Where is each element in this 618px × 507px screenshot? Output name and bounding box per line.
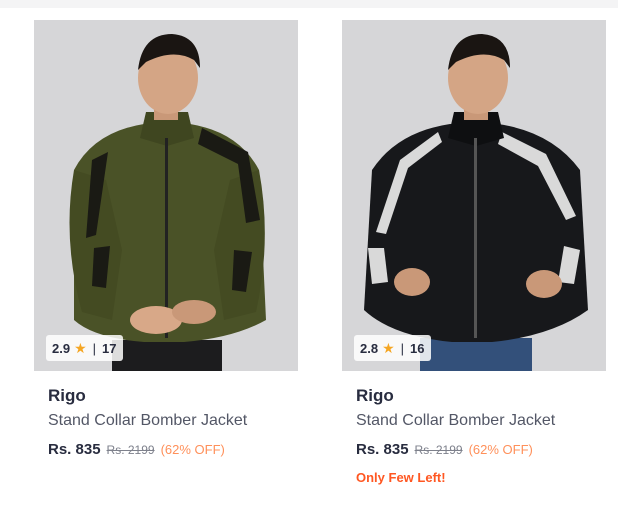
product-brand: Rigo	[48, 386, 86, 405]
product-price-row: Rs. 835 Rs. 2199 (62% OFF)	[48, 441, 298, 459]
product-name: Stand Collar Bomber Jacket	[48, 412, 248, 429]
rating-value: 2.9	[52, 340, 71, 356]
rating-count: 16	[410, 340, 425, 356]
product-info: Rigo Stand Collar Bomber Jacket Rs. 835 …	[356, 385, 606, 486]
rating-value: 2.8	[360, 340, 379, 356]
product-name: Stand Collar Bomber Jacket	[356, 412, 556, 429]
discounted-price: Rs. 835	[48, 441, 101, 458]
discount-percent: (62% OFF)	[160, 442, 225, 457]
original-price: Rs. 2199	[106, 443, 155, 457]
product-brand: Rigo	[356, 386, 394, 405]
product-info: Rigo Stand Collar Bomber Jacket Rs. 835 …	[48, 385, 298, 459]
product-card[interactable]: 2.8 ★ | 16 Rigo Stand Collar Bomber Jack…	[342, 20, 606, 500]
product-card[interactable]: 2.9 ★ | 17 Rigo Stand Collar Bomber Jack…	[34, 20, 298, 500]
discount-percent: (62% OFF)	[468, 442, 533, 457]
product-price-row: Rs. 835 Rs. 2199 (62% OFF)	[356, 441, 606, 459]
original-price: Rs. 2199	[414, 443, 463, 457]
rating-badge: 2.9 ★ | 17	[46, 335, 123, 361]
product-image[interactable]	[34, 20, 298, 371]
rating-count: 17	[102, 340, 117, 356]
rating-badge: 2.8 ★ | 16	[354, 335, 431, 361]
rating-separator: |	[92, 340, 97, 356]
product-image[interactable]	[342, 20, 606, 371]
discounted-price: Rs. 835	[356, 441, 409, 458]
rating-separator: |	[400, 340, 405, 356]
star-icon: ★	[74, 340, 87, 356]
star-icon: ★	[382, 340, 395, 356]
top-divider	[0, 0, 618, 8]
stock-warning: Only Few Left!	[356, 470, 446, 485]
